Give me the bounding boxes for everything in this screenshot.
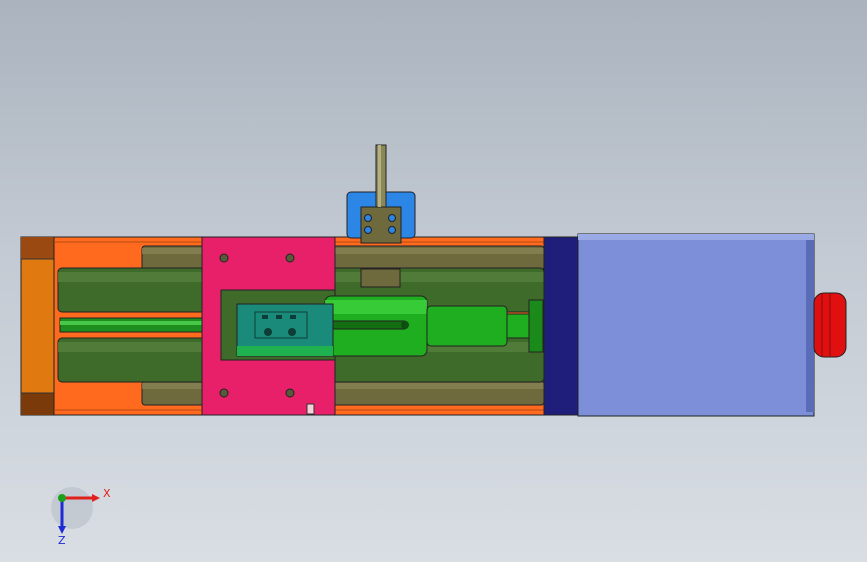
linear-actuator-assembly[interactable] [20,144,847,417]
z-axis-arrow-icon [58,526,66,534]
sensor-rod[interactable] [375,144,387,208]
triad-shadow [51,487,93,529]
orientation-triad: X Z [51,487,111,547]
y-axis-dot-icon [58,494,66,502]
motor-connector[interactable] [813,292,847,358]
left-end-cap[interactable] [20,236,55,416]
x-axis-label: X [103,487,111,500]
lead-screw[interactable] [59,317,211,333]
sensor-module[interactable] [236,303,334,357]
motor-flange[interactable] [543,236,579,416]
z-axis-label: Z [58,534,66,547]
cad-viewport[interactable]: X Z [0,0,867,562]
x-axis-arrow-icon [92,494,100,502]
motor-body[interactable] [577,233,815,417]
